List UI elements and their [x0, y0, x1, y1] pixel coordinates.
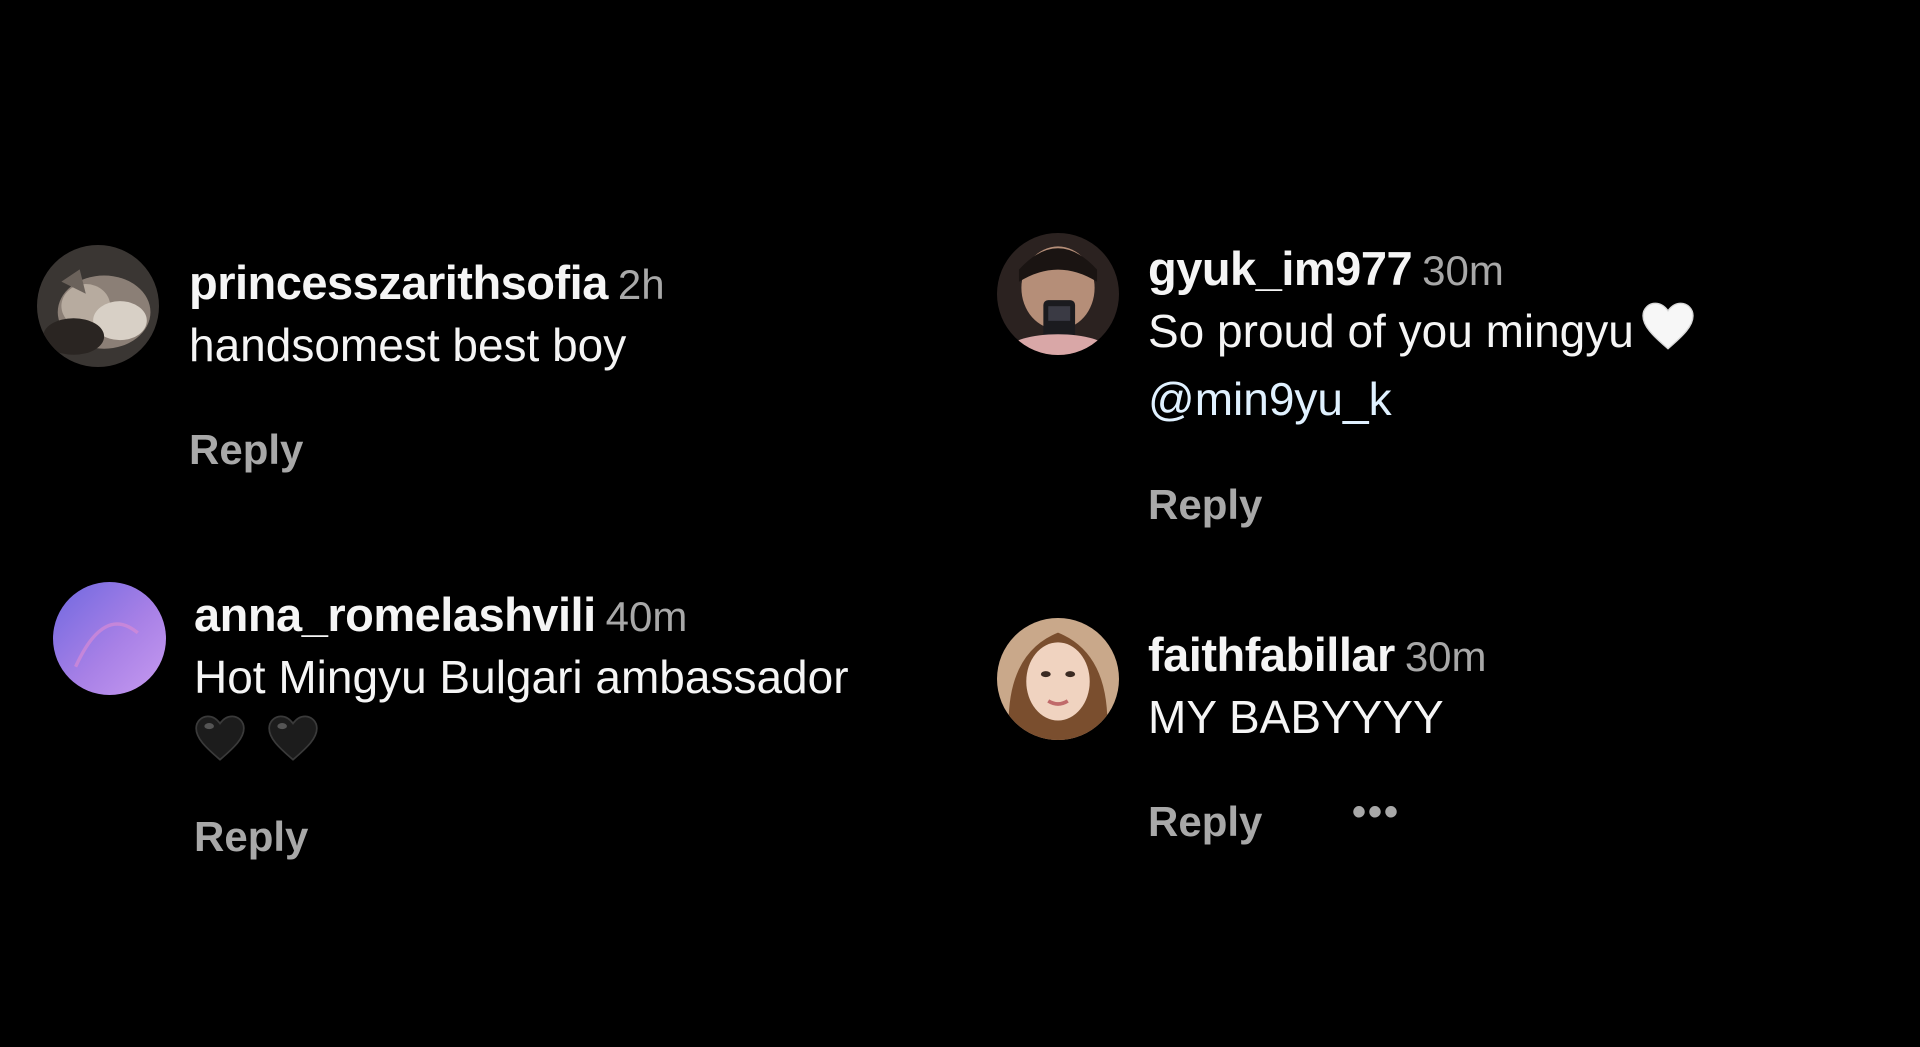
comment-username[interactable]: princesszarithsofia: [189, 256, 608, 309]
comment-text-line: So proud of you mingyu: [1148, 297, 1696, 365]
avatar[interactable]: [997, 618, 1119, 740]
reply-button[interactable]: Reply: [194, 809, 308, 865]
avatar[interactable]: [997, 233, 1119, 355]
avatar-cat-image: [37, 245, 159, 367]
reply-button[interactable]: Reply: [1148, 794, 1262, 850]
comment-time[interactable]: 2h: [618, 261, 665, 308]
comment-text: MY BABYYYY: [1148, 691, 1444, 743]
reply-button[interactable]: Reply: [189, 422, 303, 478]
comment-time[interactable]: 30m: [1405, 633, 1487, 680]
comment-username[interactable]: faithfabillar: [1148, 628, 1395, 681]
avatar[interactable]: [37, 245, 159, 367]
avatar-gradient-image: [53, 582, 166, 695]
comment-username[interactable]: anna_romelashvili: [194, 588, 596, 641]
comment-emoji-line: [194, 711, 849, 771]
avatar-selfie-image: [997, 233, 1119, 355]
comment-username[interactable]: gyuk_im977: [1148, 242, 1413, 295]
black-heart-icon: [194, 714, 246, 776]
mention-link[interactable]: @min9yu_k: [1148, 365, 1696, 433]
comment-text: handsomest best boy: [189, 319, 627, 371]
comment-time[interactable]: 30m: [1422, 247, 1504, 294]
black-heart-icon: [267, 714, 319, 776]
comment-time[interactable]: 40m: [606, 593, 688, 640]
avatar-portrait-image: [997, 618, 1119, 740]
avatar[interactable]: [53, 582, 166, 695]
white-heart-icon: [1640, 301, 1696, 369]
comment-text: Hot Mingyu Bulgari ambassador: [194, 651, 849, 703]
more-options-button[interactable]: •••: [1352, 790, 1400, 835]
reply-button[interactable]: Reply: [1148, 477, 1262, 533]
comment-text: So proud of you mingyu: [1148, 305, 1634, 357]
